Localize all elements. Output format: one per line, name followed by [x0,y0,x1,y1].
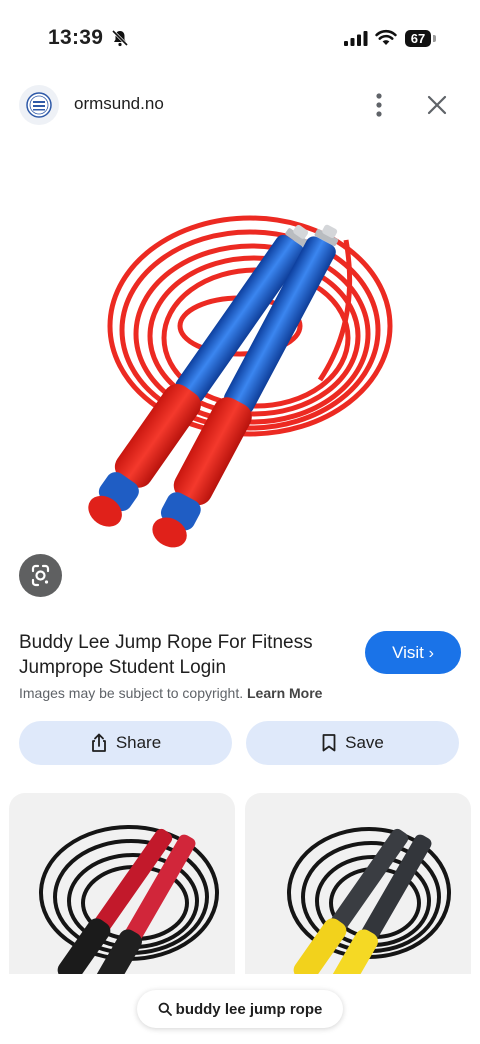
site-favicon[interactable] [19,85,59,125]
site-name[interactable]: ormsund.no [74,94,164,114]
jump-rope-red-thumbnail [39,825,219,993]
source-site-bar: ormsund.no [0,80,480,130]
wifi-icon [375,29,397,45]
share-icon [91,733,106,752]
lens-search-button[interactable] [19,554,62,597]
more-options-button[interactable] [366,90,392,120]
jump-rope-yellow-thumbnail [287,827,451,993]
close-icon [427,95,447,115]
related-image-2[interactable] [245,793,471,993]
result-title[interactable]: Buddy Lee Jump Rope For Fitness Jumprope… [19,630,339,680]
bell-muted-icon [111,29,129,47]
share-label: Share [115,733,162,752]
product-image[interactable] [0,140,480,610]
battery-indicator: 67 [405,30,431,47]
more-vert-icon [376,93,382,117]
site-logo-icon [26,92,52,118]
save-button[interactable]: Save [246,721,459,765]
visit-button[interactable]: Visit › [365,631,461,674]
search-icon [158,1002,172,1016]
related-image-1[interactable] [9,793,235,993]
bookmark-icon [322,734,336,752]
battery-cap [433,35,436,42]
copyright-notice: Images may be subject to copyright. Lear… [19,685,322,701]
search-query-pill[interactable]: buddy lee jump rope [137,990,343,1028]
status-bar: 13:39 67 [0,0,480,70]
search-query-text: buddy lee jump rope [175,1000,323,1018]
save-label: Save [345,733,384,752]
copyright-text: Images may be subject to copyright. [19,685,244,701]
learn-more-link[interactable]: Learn More [247,685,322,701]
lens-icon [31,564,50,587]
cellular-signal-icon [344,31,368,46]
visit-label: Visit [392,643,424,662]
chevron-right-icon: › [428,645,434,662]
share-button[interactable]: Share [19,721,232,765]
close-button[interactable] [424,92,450,118]
status-time: 13:39 [48,26,104,49]
